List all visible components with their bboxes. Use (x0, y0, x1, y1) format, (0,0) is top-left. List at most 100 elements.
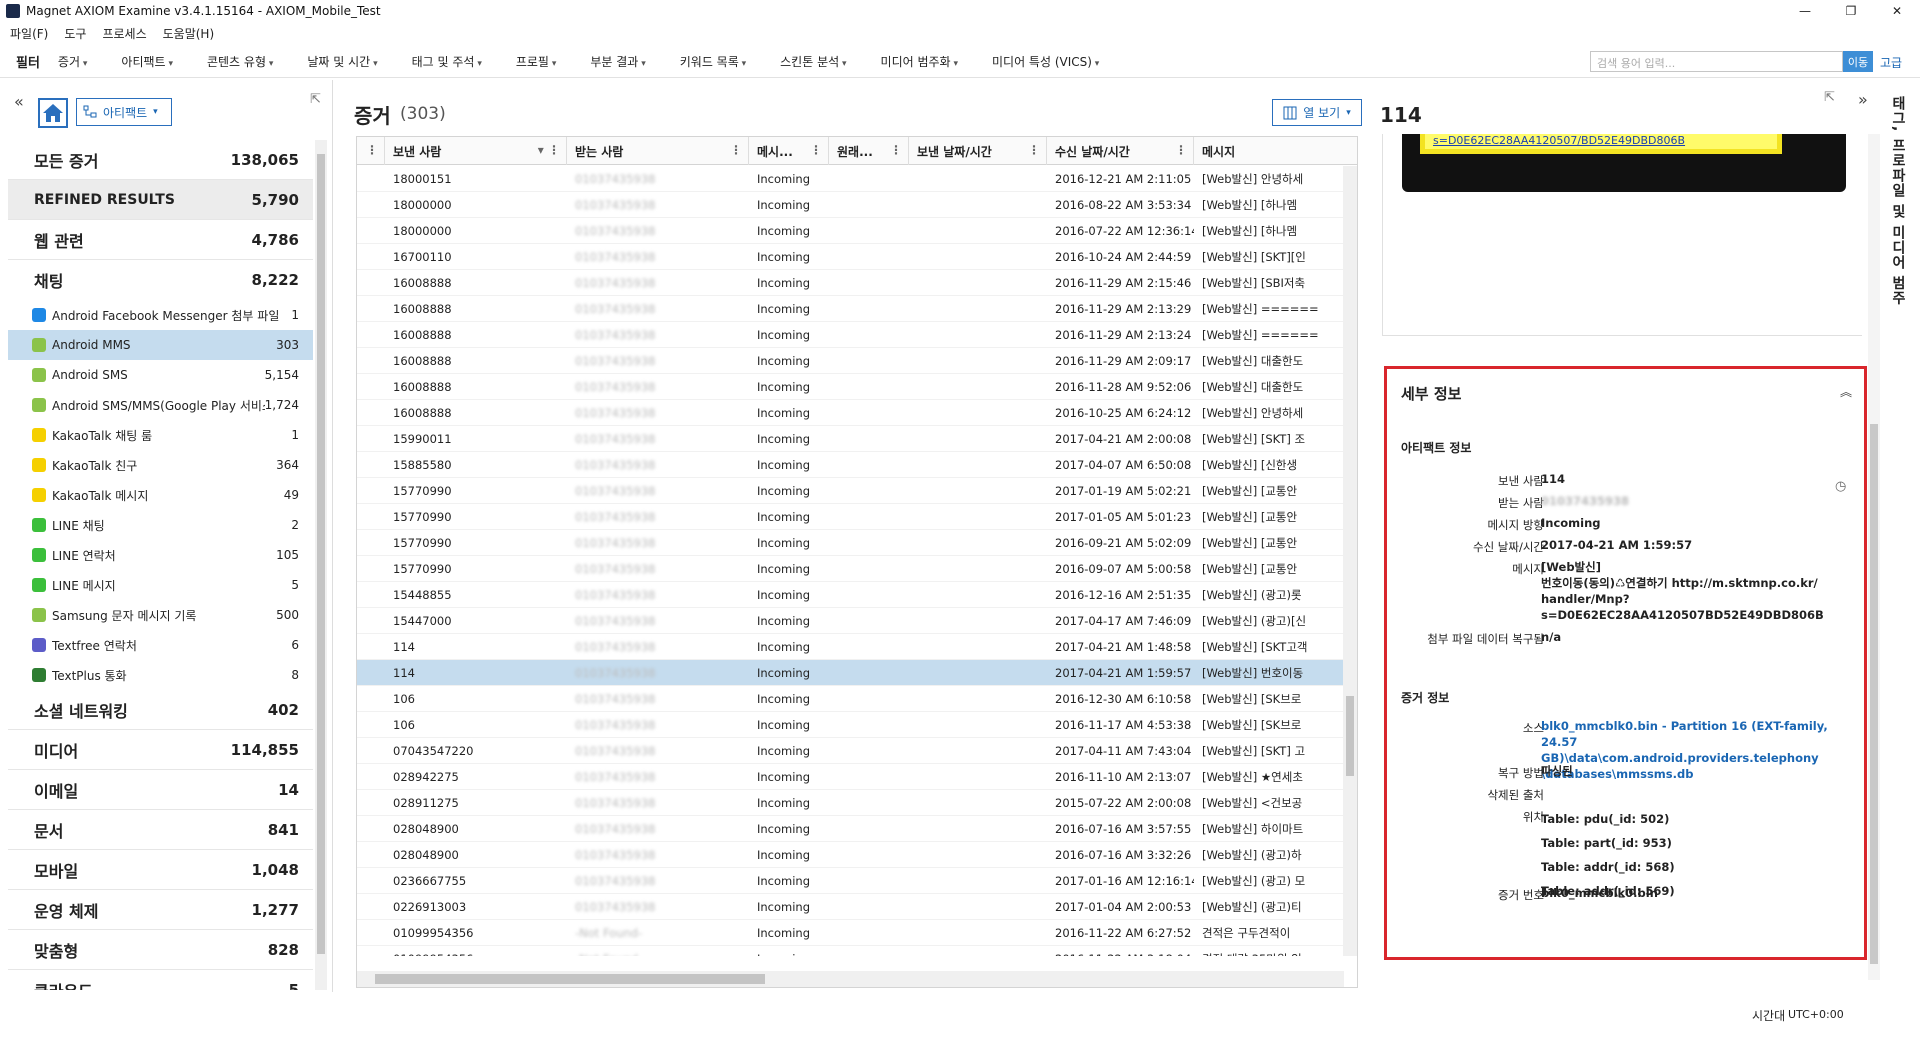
table-row[interactable]: 028048900 01037435938 Incoming 2016-07-16 A… (357, 842, 1344, 868)
table-row[interactable]: 15770990 01037435938 Incoming 2017-01-19 AM… (357, 478, 1344, 504)
table-row[interactable]: 18000000 01037435938 Incoming 2016-08-22 AM… (357, 192, 1344, 218)
chat-artifact-item[interactable]: Android Facebook Messenger 첨부 파일 1 (8, 300, 313, 330)
chat-artifact-item[interactable]: LINE 연락처 105 (8, 540, 313, 570)
chat-artifact-item[interactable]: Android SMS 5,154 (8, 360, 313, 390)
table-vertical-scrollbar[interactable] (1343, 166, 1357, 956)
category-item[interactable]: 모바일 1,048 (8, 850, 313, 890)
clock-icon[interactable]: ◷ (1835, 479, 1846, 494)
chat-artifact-item[interactable]: Android SMS/MMS(Google Play 서비스) 1,724 (8, 390, 313, 420)
sort-filter-icon[interactable]: ▾ ⋮ (538, 143, 560, 157)
table-row[interactable]: 15448855 01037435938 Incoming 2016-12-16 AM… (357, 582, 1344, 608)
filter-keyword-lists[interactable]: 키워드 목록 (680, 53, 746, 70)
column-options[interactable]: ⋮ (357, 137, 385, 165)
filter-profiles[interactable]: 프로필 (516, 53, 557, 70)
menu-help[interactable]: 도움말(H) (163, 25, 215, 42)
filter-skin-tone[interactable]: 스킨톤 분석 (780, 53, 846, 70)
menu-process[interactable]: 프로세스 (102, 25, 146, 42)
table-row[interactable]: 15770990 01037435938 Incoming 2017-01-05 AM… (357, 504, 1344, 530)
chat-artifact-item[interactable]: KakaoTalk 채팅 룸 1 (8, 420, 313, 450)
table-row[interactable]: 028048900 01037435938 Incoming 2016-07-16 A… (357, 816, 1344, 842)
table-row[interactable]: 16008888 01037435938 Incoming 2016-11-29 AM… (357, 296, 1344, 322)
table-row[interactable]: 18000000 01037435938 Incoming 2016-07-22 AM… (357, 218, 1344, 244)
scrollbar-thumb[interactable] (375, 974, 765, 984)
right-scrollbar[interactable] (1868, 134, 1880, 980)
category-all-evidence[interactable]: 모든 증거 138,065 (8, 140, 313, 180)
column-view-dropdown[interactable]: 열 보기 ▾ (1272, 99, 1362, 126)
table-row[interactable]: 18000151 01037435938 Incoming 2016-12-21 AM… (357, 166, 1344, 192)
chat-artifact-item[interactable]: TextPlus 통화 8 (8, 660, 313, 690)
pin-icon[interactable]: ⇱ (1824, 90, 1835, 105)
table-row[interactable]: 028942275 01037435938 Incoming 2016-11-10 A… (357, 764, 1344, 790)
chat-artifact-item[interactable]: KakaoTalk 메시지 49 (8, 480, 313, 510)
table-row[interactable]: 01099954356-Not Found-Incoming2016-11-22… (357, 946, 1344, 957)
chat-artifact-item[interactable]: Textfree 연락처 6 (8, 630, 313, 660)
column-header-sent-time[interactable]: 보낸 날짜/시간 ⋮ (909, 137, 1047, 165)
category-refined-results[interactable]: REFINED RESULTS 5,790 (8, 180, 313, 220)
category-item[interactable]: 문서 841 (8, 810, 313, 850)
minimize-button[interactable]: — (1782, 0, 1828, 22)
collapse-up-icon[interactable]: ︽ (1840, 383, 1852, 400)
left-scrollbar[interactable] (315, 140, 327, 990)
table-row[interactable]: 15770990 01037435938 Incoming 2016-09-07 AM… (357, 556, 1344, 582)
pin-icon[interactable]: ⇱ (310, 92, 321, 107)
maximize-button[interactable]: ❐ (1828, 0, 1874, 22)
more-vertical-icon[interactable]: ⋮ (730, 143, 742, 157)
table-row[interactable]: 16700110 01037435938 Incoming 2016-10-24 AM… (357, 244, 1344, 270)
table-row[interactable]: 106 01037435938 Incoming 2016-11-17 AM 4:53… (357, 712, 1344, 738)
filter-partial-results[interactable]: 부분 결과 (590, 53, 645, 70)
table-row[interactable]: 15990011 01037435938 Incoming 2017-04-21 AM… (357, 426, 1344, 452)
search-input[interactable]: 검색 용어 입력... (1590, 51, 1843, 72)
category-item[interactable]: 이메일 14 (8, 770, 313, 810)
table-row[interactable]: 07043547220 01037435938 Incoming 2017-04-11… (357, 738, 1344, 764)
column-header-direction[interactable]: 메시... ⋮ (749, 137, 829, 165)
chat-artifact-item[interactable]: LINE 채팅 2 (8, 510, 313, 540)
column-header-received-time[interactable]: 수신 날짜/시간 ⋮ (1047, 137, 1194, 165)
table-row[interactable]: 16008888 01037435938 Incoming 2016-11-28 AM… (357, 374, 1344, 400)
table-row[interactable]: 16008888 01037435938 Incoming 2016-11-29 AM… (357, 348, 1344, 374)
filter-tags-comments[interactable]: 태그 및 주석 (412, 53, 482, 70)
filter-date-time[interactable]: 날짜 및 시간 (307, 53, 377, 70)
collapse-right-icon[interactable]: » (1858, 90, 1868, 109)
table-row[interactable]: 16008888 01037435938 Incoming 2016-11-29 AM… (357, 270, 1344, 296)
category-item[interactable]: 미디어 114,855 (8, 730, 313, 770)
close-button[interactable]: ✕ (1874, 0, 1920, 22)
column-header-to[interactable]: 받는 사람 ⋮ (567, 137, 749, 165)
filter-media-categorization[interactable]: 미디어 범주화 (881, 53, 958, 70)
category-item[interactable]: 클라우드 5 (8, 970, 313, 991)
table-row[interactable]: 114 01037435938 Incoming 2017-04-21 AM 1:48… (357, 634, 1344, 660)
category-chat[interactable]: 채팅 8,222 (8, 260, 313, 300)
preview-link[interactable]: s=D0E62EC28AA4120507/BD52E49DBD806B (1420, 134, 1782, 154)
scrollbar-thumb[interactable] (1870, 424, 1878, 964)
category-item[interactable]: 운영 체제 1,277 (8, 890, 313, 930)
category-item[interactable]: 맞춤형 828 (8, 930, 313, 970)
table-row[interactable]: 01099954356-Not Found-Incoming2016-11-22… (357, 920, 1344, 946)
advanced-search-link[interactable]: 고급 (1880, 54, 1902, 71)
chat-artifact-item[interactable]: KakaoTalk 친구 364 (8, 450, 313, 480)
artifact-view-dropdown[interactable]: 아티팩트 ▾ (76, 98, 172, 126)
side-tab-tags-profiles[interactable]: 태그, 프로파일 및 미디어 범주 (1884, 96, 1912, 336)
chat-artifact-item[interactable]: LINE 메시지 5 (8, 570, 313, 600)
scrollbar-thumb[interactable] (317, 154, 325, 954)
chat-artifact-item[interactable]: Android MMS 303 (8, 330, 313, 360)
menu-tools[interactable]: 도구 (64, 25, 86, 42)
table-row[interactable]: 15447000 01037435938 Incoming 2017-04-17 AM… (357, 608, 1344, 634)
filter-evidence[interactable]: 증거 (58, 53, 87, 70)
table-row[interactable]: 16008888 01037435938 Incoming 2016-11-29 AM… (357, 322, 1344, 348)
table-row[interactable]: 028911275 01037435938 Incoming 2015-07-22 A… (357, 790, 1344, 816)
menu-file[interactable]: 파일(F) (10, 25, 48, 42)
table-row[interactable]: 106 01037435938 Incoming 2016-12-30 AM 6:10… (357, 686, 1344, 712)
filter-vics[interactable]: 미디어 특성 (VICS) (992, 53, 1099, 70)
table-row[interactable]: 15885580 01037435938 Incoming 2017-04-07 AM… (357, 452, 1344, 478)
collapse-left-icon[interactable]: « (14, 92, 24, 111)
column-header-original[interactable]: 원래... ⋮ (829, 137, 909, 165)
home-button[interactable] (38, 98, 68, 128)
scrollbar-thumb[interactable] (1346, 696, 1354, 776)
table-row[interactable]: 16008888 01037435938 Incoming 2016-10-25 AM… (357, 400, 1344, 426)
more-vertical-icon[interactable]: ⋮ (890, 143, 902, 157)
table-row[interactable]: 114 01037435938 Incoming 2017-04-21 AM 1:59… (357, 660, 1344, 686)
table-row[interactable]: 15770990 01037435938 Incoming 2016-09-21 AM… (357, 530, 1344, 556)
category-web-related[interactable]: 웹 관련 4,786 (8, 220, 313, 260)
more-vertical-icon[interactable]: ⋮ (810, 143, 822, 157)
chat-artifact-item[interactable]: Samsung 문자 메시지 기록 500 (8, 600, 313, 630)
table-row[interactable]: 0236667755 01037435938 Incoming 2017-01-16 … (357, 868, 1344, 894)
